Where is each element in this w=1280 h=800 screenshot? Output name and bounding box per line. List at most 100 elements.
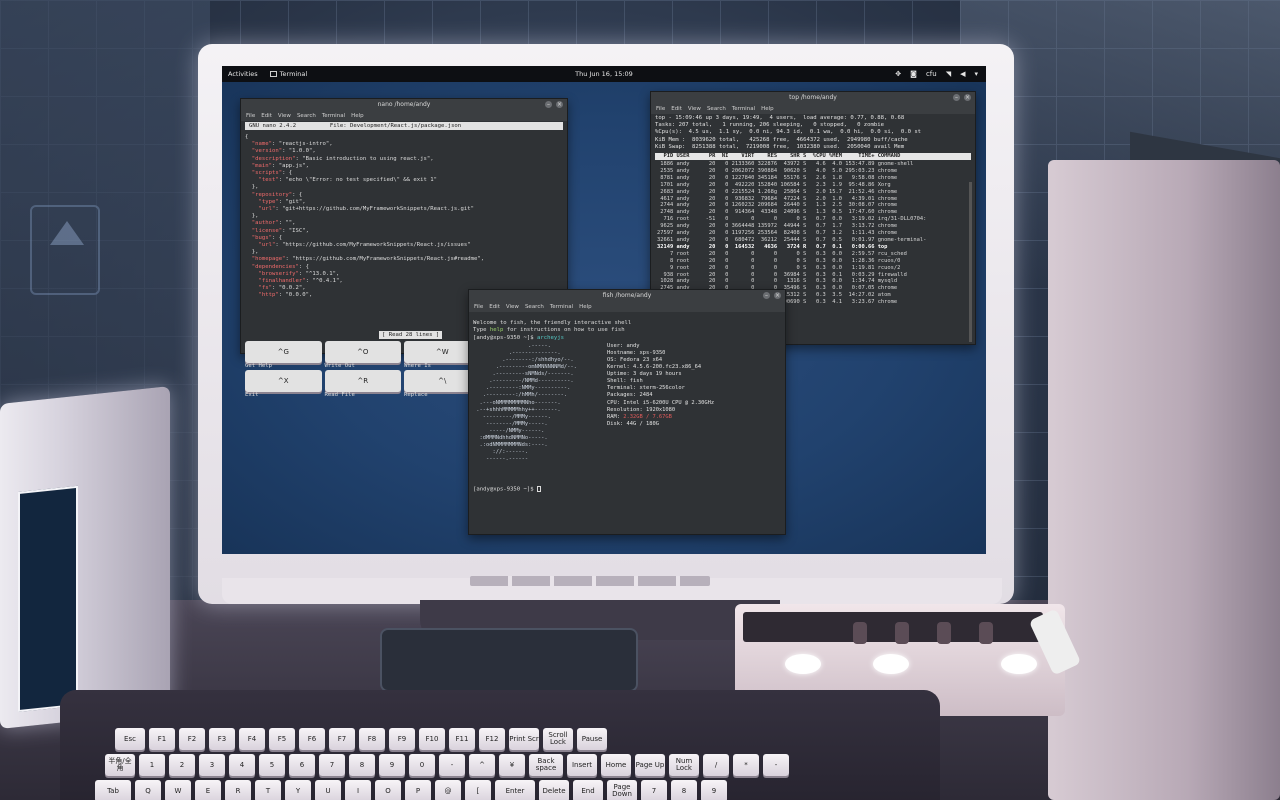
menu-file[interactable]: File [246,113,255,119]
key[interactable]: F7 [329,728,355,750]
key[interactable]: ¥ [499,754,525,776]
key[interactable]: F8 [359,728,385,750]
minimize-icon[interactable]: – [953,94,960,101]
menu-terminal[interactable]: Terminal [550,304,573,310]
clock[interactable]: Thu Jun 16, 15:09 [222,70,986,78]
nano-titlebar[interactable]: nano /home/andy – × [241,99,567,111]
key[interactable]: 8 [671,780,697,800]
key[interactable]: 8 [349,754,375,776]
key[interactable]: Back space [529,754,563,776]
knob[interactable] [895,622,909,644]
scrollbar[interactable] [969,182,972,342]
key[interactable]: F2 [179,728,205,750]
key[interactable]: F6 [299,728,325,750]
key[interactable]: P [405,780,431,800]
activities-button[interactable]: Activities [228,70,258,78]
shortcut-item[interactable]: ^O Write Out [324,341,405,370]
close-icon[interactable]: × [556,101,563,108]
knob[interactable] [937,622,951,644]
menu-file[interactable]: File [474,304,483,310]
key[interactable]: 6 [289,754,315,776]
key[interactable]: I [345,780,371,800]
menu-terminal[interactable]: Terminal [322,113,345,119]
shortcut-item[interactable]: ^G Get Help [245,341,325,370]
key[interactable]: 3 [199,754,225,776]
monitor-buttons[interactable] [470,576,710,586]
key[interactable]: Pause [577,728,607,750]
menu-view[interactable]: View [506,304,519,310]
app-menu[interactable]: Terminal [269,70,307,78]
menu-terminal[interactable]: Terminal [732,106,755,112]
key[interactable]: Home [601,754,631,776]
fish-prompt-line[interactable]: [andy@xps-9350 ~]$ [473,486,541,493]
camera-icon[interactable]: ◙ [910,70,917,78]
key[interactable]: Num Lock [669,754,699,776]
key[interactable]: E [195,780,221,800]
mixer-pad[interactable] [873,654,909,674]
key[interactable]: F9 [389,728,415,750]
key[interactable]: Insert [567,754,597,776]
accessibility-icon[interactable]: ✥ [895,70,901,78]
input-language[interactable]: cfu [926,70,937,78]
key[interactable]: 0 [409,754,435,776]
key[interactable]: End [573,780,603,800]
key[interactable]: Print Scr [509,728,539,750]
menu-help[interactable]: Help [761,106,774,112]
menu-search[interactable]: Search [297,113,316,119]
key[interactable]: Q [135,780,161,800]
knob[interactable] [853,622,867,644]
key[interactable]: ^ [469,754,495,776]
key[interactable]: 9 [379,754,405,776]
wifi-icon[interactable]: ◥ [946,70,951,78]
key[interactable]: [ [465,780,491,800]
key[interactable]: Tab [95,780,131,800]
key[interactable]: F12 [479,728,505,750]
menu-search[interactable]: Search [525,304,544,310]
key[interactable]: F11 [449,728,475,750]
menu-help[interactable]: Help [351,113,364,119]
system-tray[interactable]: ✥ ◙ cfu ◥ ◀ ▾ [895,66,978,82]
nano-buffer[interactable]: { "name": "reactjs-intro", "version": "1… [241,133,567,301]
key[interactable]: F4 [239,728,265,750]
key[interactable]: 7 [641,780,667,800]
key[interactable]: R [225,780,251,800]
mixer-pad[interactable] [1001,654,1037,674]
power-menu-icon[interactable]: ▾ [974,70,978,78]
mixer-pad[interactable] [785,654,821,674]
key[interactable]: Enter [495,780,535,800]
key[interactable]: Delete [539,780,569,800]
key[interactable]: 4 [229,754,255,776]
key[interactable]: F3 [209,728,235,750]
key[interactable]: 5 [259,754,285,776]
volume-icon[interactable]: ◀ [960,70,965,78]
menu-view[interactable]: View [688,106,701,112]
key[interactable]: 9 [701,780,727,800]
key[interactable]: 1 [139,754,165,776]
key[interactable]: U [315,780,341,800]
menu-help[interactable]: Help [579,304,592,310]
key[interactable]: F1 [149,728,175,750]
key[interactable]: - [439,754,465,776]
key[interactable]: T [255,780,281,800]
menu-edit[interactable]: Edit [671,106,682,112]
knob[interactable] [979,622,993,644]
key[interactable]: 半角/全角 [105,754,135,776]
menu-search[interactable]: Search [707,106,726,112]
fish-output[interactable]: Welcome to fish, the friendly interactiv… [469,312,785,343]
key[interactable]: 7 [319,754,345,776]
minimize-icon[interactable]: – [763,292,770,299]
close-icon[interactable]: × [964,94,971,101]
key[interactable]: Page Up [635,754,665,776]
menu-view[interactable]: View [278,113,291,119]
close-icon[interactable]: × [774,292,781,299]
menu-file[interactable]: File [656,106,665,112]
fish-window[interactable]: fish /home/andy – × File Edit View Searc… [468,289,786,535]
key[interactable]: 2 [169,754,195,776]
key[interactable]: - [763,754,789,776]
key[interactable]: W [165,780,191,800]
key[interactable]: Esc [115,728,145,750]
key[interactable]: * [733,754,759,776]
menu-edit[interactable]: Edit [261,113,272,119]
key[interactable]: F10 [419,728,445,750]
shortcut-item[interactable]: ^R Read File [324,370,405,399]
